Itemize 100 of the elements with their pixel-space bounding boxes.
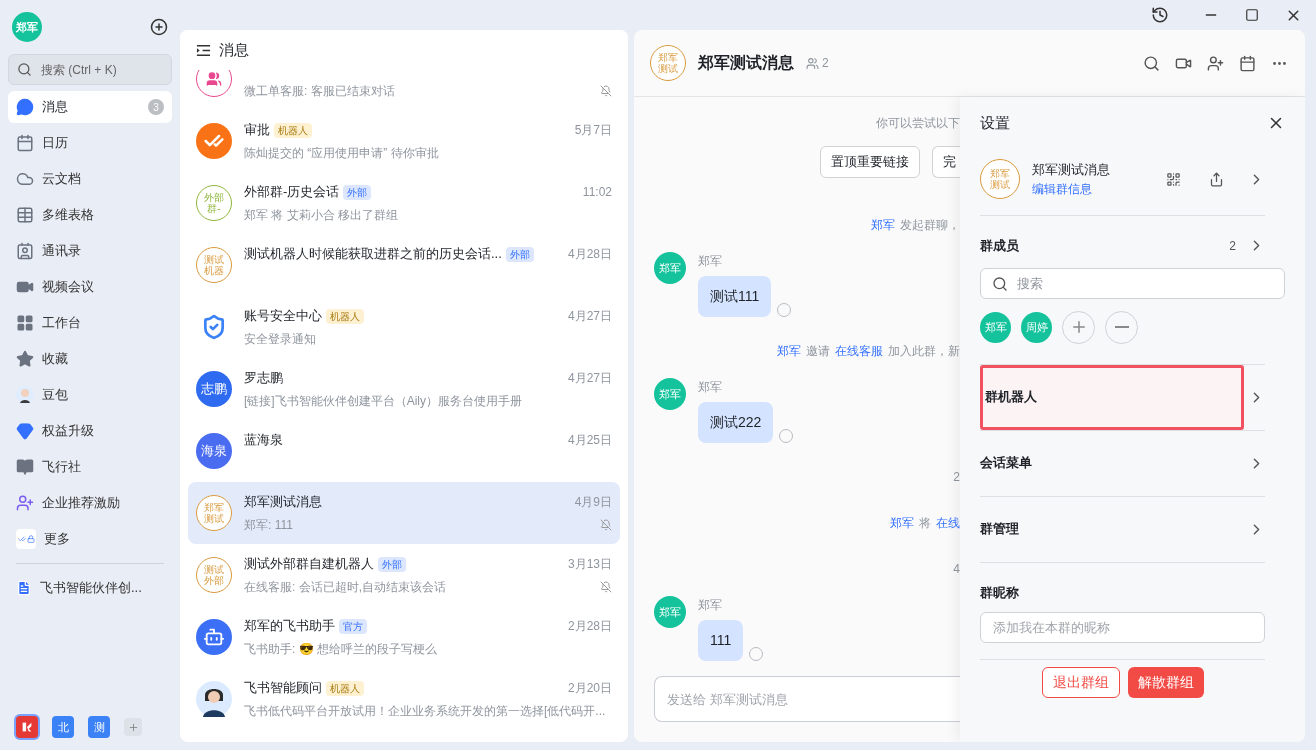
nav-item[interactable]: 更多 xyxy=(8,523,172,555)
chat-tag: 外部 xyxy=(378,556,406,572)
panel-title: 设置 xyxy=(980,112,1010,133)
settings-row[interactable]: 会话菜单 xyxy=(980,430,1248,496)
document-icon xyxy=(16,580,32,596)
member-search-field[interactable]: 搜索 xyxy=(980,267,1285,299)
chat-item[interactable]: 外部 群- 外部群-历史会话 外部 11:02 郑军 将 艾莉小合 移出了群组 xyxy=(188,172,620,234)
chat-tag: 机器人 xyxy=(326,308,364,324)
search-field[interactable]: 搜索 (Ctrl + K) xyxy=(8,54,172,85)
user-link[interactable]: 在线客服 xyxy=(835,342,883,360)
chat-time: 5月7日 xyxy=(574,122,612,139)
star-icon xyxy=(16,350,34,368)
chat-item[interactable]: 审批 机器人 5月7日 陈灿提交的 “应用使用申请” 待你审批 xyxy=(188,110,620,172)
nav-label: 云文档 xyxy=(42,170,82,189)
nav-label: 飞行社 xyxy=(42,458,82,477)
nav-item[interactable]: 日历 xyxy=(8,127,172,159)
group-avatar: 测试 机器 xyxy=(196,247,232,283)
chat-item[interactable]: 测试 外部 测试外部群自建机器人 外部 3月13日 在线客服: 会话已超时,自动结束该会话 xyxy=(188,544,620,606)
grid-icon xyxy=(16,314,34,332)
pinned-doc-label: 飞书智能伙伴创... xyxy=(40,579,142,598)
nav-item[interactable]: 豆包 xyxy=(8,379,172,411)
nav-label: 日历 xyxy=(42,134,69,153)
nav-label: 企业推荐激励 xyxy=(42,494,121,513)
chat-title: 测试外部群自建机器人 xyxy=(244,555,374,574)
add-member-icon[interactable] xyxy=(1207,54,1224,72)
share-icon[interactable] xyxy=(1209,171,1224,187)
user-link[interactable]: 在线 xyxy=(936,514,960,532)
user-link[interactable]: 郑军 xyxy=(871,216,895,234)
nav-label: 权益升级 xyxy=(42,422,95,441)
chat-time: 4月9日 xyxy=(574,494,612,511)
message-input[interactable]: 发送给 郑军测试消息 xyxy=(654,676,960,722)
chat-item[interactable]: 飞书智能顾问 机器人 2月20日 飞书低代码平台开放试用！企业业务系统开发的第一选择[低代码开... xyxy=(188,668,620,730)
section-title: 群昵称 xyxy=(980,583,1020,602)
nav-item[interactable]: 工作台 xyxy=(8,307,172,339)
chat-item[interactable]: 账号安全中心 机器人 4月27日 安全登录通知 xyxy=(188,296,620,358)
group-avatar: 郑军 测试 xyxy=(650,45,686,81)
user-plus-icon xyxy=(16,494,34,512)
tenant-switch[interactable]: 测 xyxy=(88,716,110,738)
nav-item[interactable]: 通讯录 xyxy=(8,235,172,267)
nav-item[interactable]: 消息 3 xyxy=(8,91,172,123)
chat-tag: 外部 xyxy=(343,184,372,200)
nav-label: 多维表格 xyxy=(42,206,95,225)
nickname-field[interactable]: 添加我在本群的昵称 xyxy=(980,612,1265,643)
disband-group-button[interactable]: 解散群组 xyxy=(1127,667,1204,698)
system-text: 邀请 xyxy=(806,343,830,360)
add-tenant-button[interactable] xyxy=(124,718,142,736)
nav-label: 更多 xyxy=(44,530,71,549)
settings-row[interactable]: 群管理 xyxy=(980,496,1248,562)
system-text: 2 xyxy=(953,469,960,486)
edit-group-link[interactable]: 编辑群信息 xyxy=(1032,179,1154,198)
user-link[interactable]: 郑军 xyxy=(777,342,801,360)
chat-item[interactable]: 海泉 蓝海泉 4月25日 xyxy=(188,420,620,482)
chat-item[interactable]: 郑军的飞书助手 官方 2月28日 飞书助手: 😎 想给呼兰的段子写梗么 xyxy=(188,606,620,668)
nav-item[interactable]: 飞行社 xyxy=(8,451,172,483)
user-avatar: 海泉 xyxy=(196,433,232,469)
leave-group-button[interactable]: 退出群组 xyxy=(1041,667,1120,698)
group-name: 郑军测试消息 xyxy=(1032,161,1111,180)
chat-preview: [链接]飞书智能伙伴创建平台（Aily）服务台使用手册 xyxy=(244,393,522,410)
chat-tag: 官方 xyxy=(339,618,367,634)
chat-item[interactable]: 志鹏 罗志鹏 4月27日 [链接]飞书智能伙伴创建平台（Aily）服务台使用手册 xyxy=(188,358,620,420)
nav-item[interactable]: 多维表格 xyxy=(8,199,172,231)
search-icon[interactable] xyxy=(1143,54,1160,72)
create-icon[interactable] xyxy=(150,18,168,36)
logo-icon xyxy=(20,720,34,734)
suggestion-button[interactable]: 置顶重要链接 xyxy=(820,146,920,178)
nav-label: 工作台 xyxy=(42,314,82,333)
chat-bubble-icon xyxy=(16,98,34,116)
user-link[interactable]: 郑军 xyxy=(890,514,914,532)
tenant-switch[interactable]: 北 xyxy=(52,716,74,738)
chat-title: 飞书智能顾问 xyxy=(244,679,322,698)
contacts-icon xyxy=(16,242,34,260)
maximize-icon[interactable] xyxy=(1245,8,1259,22)
calendar-icon[interactable] xyxy=(1239,54,1256,72)
member-count: 2 xyxy=(822,55,829,72)
group-avatar: 郑军 测试 xyxy=(980,159,1020,199)
chat-item[interactable]: 郑军 测试 郑军测试消息 4月9日 郑军: 111 xyxy=(188,482,620,544)
chat-time: 11:02 xyxy=(582,184,612,201)
chat-title: 外部群-历史会话 xyxy=(244,183,340,202)
nav-item[interactable]: 收藏 xyxy=(8,343,172,375)
nav-item[interactable]: 云文档 xyxy=(8,163,172,195)
nav-item[interactable]: 视频会议 xyxy=(8,271,172,303)
nav-item[interactable]: 权益升级 xyxy=(8,415,172,447)
qr-code-icon[interactable] xyxy=(1166,171,1181,187)
message-bubble: 111 xyxy=(698,620,744,661)
group-avatar: 测试 外部 xyxy=(196,557,232,593)
tenant-switch[interactable] xyxy=(16,716,38,738)
highlighted-settings-row[interactable]: 群机器人 xyxy=(980,364,1244,430)
chat-item[interactable]: 测试 机器 测试机器人时候能获取进群之前的历史会话... 外部 4月28日 xyxy=(188,234,620,296)
cloud-document-icon xyxy=(16,170,34,188)
pinned-doc-item[interactable]: 飞书智能伙伴创... xyxy=(8,572,172,604)
suggestion-button[interactable]: 完 xyxy=(932,146,960,178)
history-icon[interactable] xyxy=(1151,6,1169,24)
system-text: 你可以尝试以下 xyxy=(876,115,960,132)
chat-preview: 飞书低代码平台开放试用！企业业务系统开发的第一选择[低代码开... xyxy=(244,703,606,720)
list-toggle-icon[interactable] xyxy=(196,42,211,58)
nav-label: 收藏 xyxy=(42,350,69,369)
nav-label: 消息 xyxy=(42,98,69,117)
chat-tag: 机器人 xyxy=(326,680,364,696)
figure-avatar-icon xyxy=(16,386,34,404)
nav-item[interactable]: 企业推荐激励 xyxy=(8,487,172,519)
